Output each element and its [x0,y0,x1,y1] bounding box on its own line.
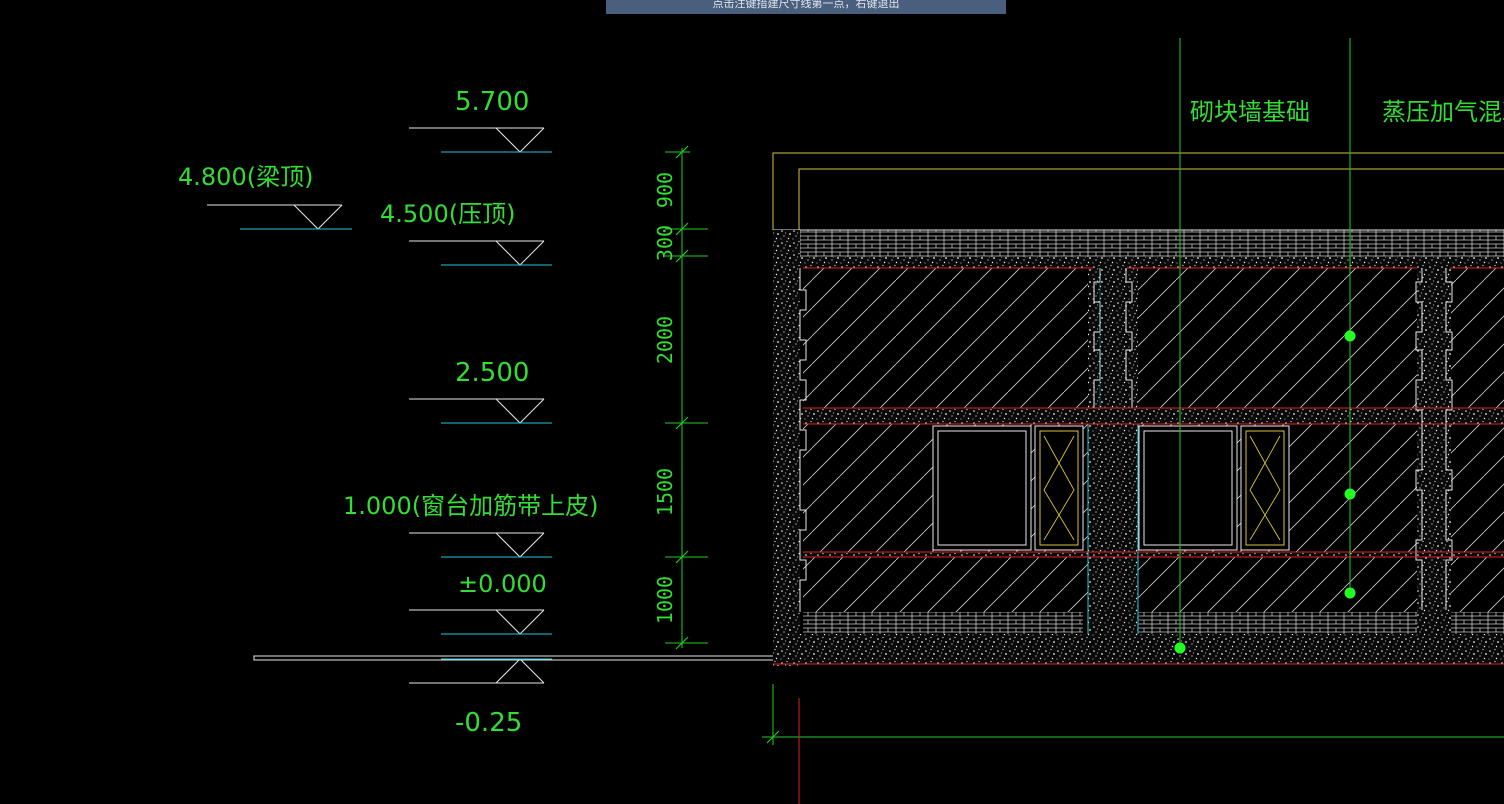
elevation-label: 1.000(窗台加筋带上皮) [343,492,598,520]
dimension-text: 300 [653,225,677,261]
horizontal-dimension-start [762,684,1504,804]
elevation-marker-5700: 5.700 [409,87,552,153]
end-column-left [773,230,800,666]
grip-point[interactable] [1344,330,1356,342]
label-aerated-concrete: 蒸压加气混凝土砌 [1382,98,1504,126]
elevation-marker-4800: 4.800(梁顶) [178,163,352,230]
elevation-marker-4500: 4.500(压顶) [380,200,552,266]
grip-point[interactable] [1344,587,1356,599]
elevation-marker-2500: 2.500 [409,358,552,424]
label-block-wall-foundation: 砌块墙基础 [1190,98,1310,126]
brick-base [1450,612,1504,634]
brick-base [803,612,1083,634]
cad-drawing-canvas[interactable]: 5.700 4.800(梁顶) 4.500(压顶) 2.500 1.000(窗台… [0,0,1504,804]
band-middle [800,408,1504,424]
elevation-label: 2.500 [455,358,529,388]
dimension-text: 1500 [653,468,677,516]
wall-coping [773,230,1504,257]
elevation-marker-1000: 1.000(窗台加筋带上皮) [343,492,598,558]
elevation-label: 5.700 [455,87,529,117]
grip-point[interactable] [1174,642,1186,654]
elevation-label: 4.500(压顶) [380,200,515,228]
elevation-label: -0.25 [455,708,522,738]
window-opening [1138,425,1290,551]
elevation-marker-m025: -0.25 [409,658,552,738]
dimension-text: 1000 [653,576,677,624]
wall-elevation[interactable] [772,152,1504,666]
grip-point[interactable] [1344,488,1356,500]
vertical-dimension-chain: 900 300 2000 1500 1000 [653,145,708,650]
elevation-label: 4.800(梁顶) [178,163,313,191]
constructional-column [1087,258,1139,664]
elevation-label: ±0.000 [458,570,547,598]
dimension-text: 900 [653,172,677,208]
beam-top [773,257,1504,268]
window-opening [932,425,1084,551]
constructional-column [1415,258,1453,634]
dimension-text: 2000 [653,316,677,364]
elevation-marker-0000: ±0.000 [409,570,552,635]
ground-beam [773,634,1504,664]
